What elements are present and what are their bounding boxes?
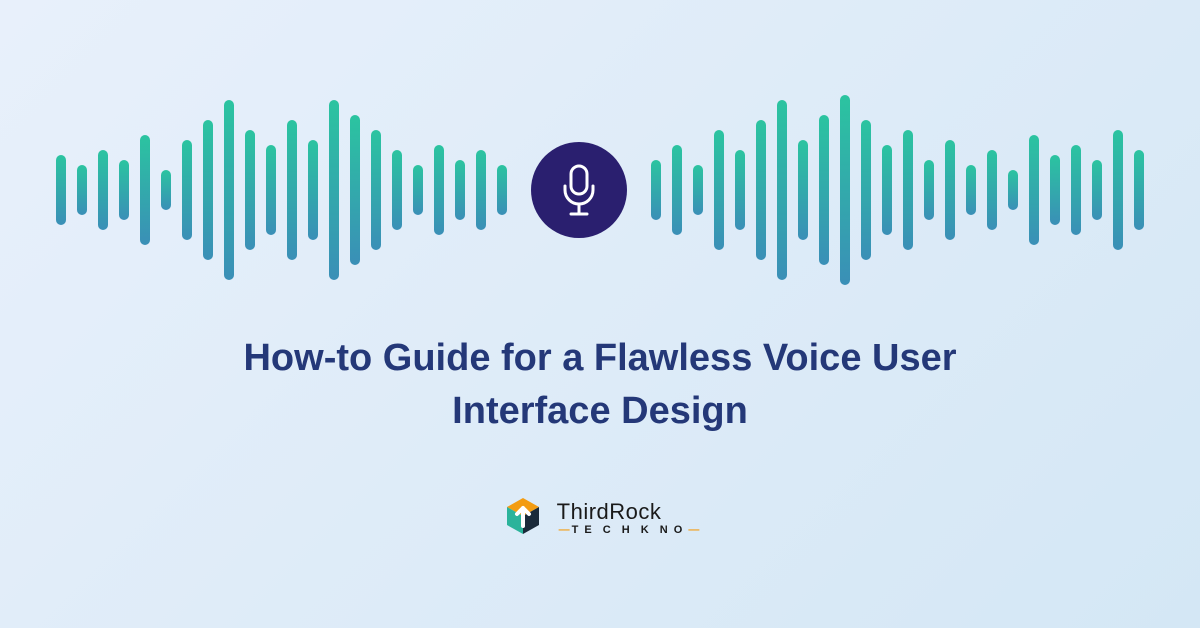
waveform-bar xyxy=(1113,130,1123,250)
waveform-bar xyxy=(1134,150,1144,230)
waveform-bar xyxy=(245,130,255,250)
brand-logo: ThirdRock — T E C H K N O — xyxy=(499,494,702,542)
waveform-bar xyxy=(861,120,871,260)
waveform-bar xyxy=(224,100,234,280)
waveform-bar xyxy=(98,150,108,230)
microphone-icon xyxy=(558,162,600,218)
waveform-bar xyxy=(476,150,486,230)
waveform-bar xyxy=(203,120,213,260)
waveform-bar xyxy=(651,160,661,220)
waveform-bar xyxy=(266,145,276,235)
waveform-bar xyxy=(966,165,976,215)
waveform-bar xyxy=(672,145,682,235)
waveform-bar xyxy=(497,165,507,215)
waveform-bar xyxy=(308,140,318,240)
waveform-bar xyxy=(455,160,465,220)
waveform-bar xyxy=(119,160,129,220)
waveform-bar xyxy=(1008,170,1018,210)
page-title: How-to Guide for a Flawless Voice User I… xyxy=(190,332,1010,438)
waveform-bar xyxy=(392,150,402,230)
mic-button-circle xyxy=(531,142,627,238)
waveform-bar xyxy=(1029,135,1039,245)
waveform-bar xyxy=(77,165,87,215)
waveform-container xyxy=(0,80,1200,300)
waveform-bar xyxy=(882,145,892,235)
logo-mark-icon xyxy=(499,494,547,542)
waveform-bar xyxy=(371,130,381,250)
waveform-bar xyxy=(161,170,171,210)
waveform-bar xyxy=(987,150,997,230)
logo-line1: ThirdRock xyxy=(557,501,702,523)
waveform-bar xyxy=(945,140,955,240)
waveform-bar xyxy=(329,100,339,280)
waveform-bar xyxy=(413,165,423,215)
waveform-bar xyxy=(924,160,934,220)
logo-text: ThirdRock — T E C H K N O — xyxy=(557,501,702,536)
waveform-bar xyxy=(1050,155,1060,225)
waveform-bar xyxy=(140,135,150,245)
waveform-bar xyxy=(714,130,724,250)
waveform-bar xyxy=(287,120,297,260)
waveform-bar xyxy=(819,115,829,265)
waveform-bar xyxy=(903,130,913,250)
waveform-left xyxy=(56,100,507,280)
waveform-bar xyxy=(434,145,444,235)
waveform-bar xyxy=(56,155,66,225)
waveform-bar xyxy=(798,140,808,240)
waveform-bar xyxy=(756,120,766,260)
waveform-bar xyxy=(1092,160,1102,220)
waveform-bar xyxy=(777,100,787,280)
waveform-bar xyxy=(693,165,703,215)
waveform-right xyxy=(651,95,1144,285)
waveform-bar xyxy=(1071,145,1081,235)
logo-line2: — T E C H K N O — xyxy=(557,525,702,536)
waveform-bar xyxy=(350,115,360,265)
waveform-bar xyxy=(840,95,850,285)
waveform-bar xyxy=(182,140,192,240)
waveform-bar xyxy=(735,150,745,230)
